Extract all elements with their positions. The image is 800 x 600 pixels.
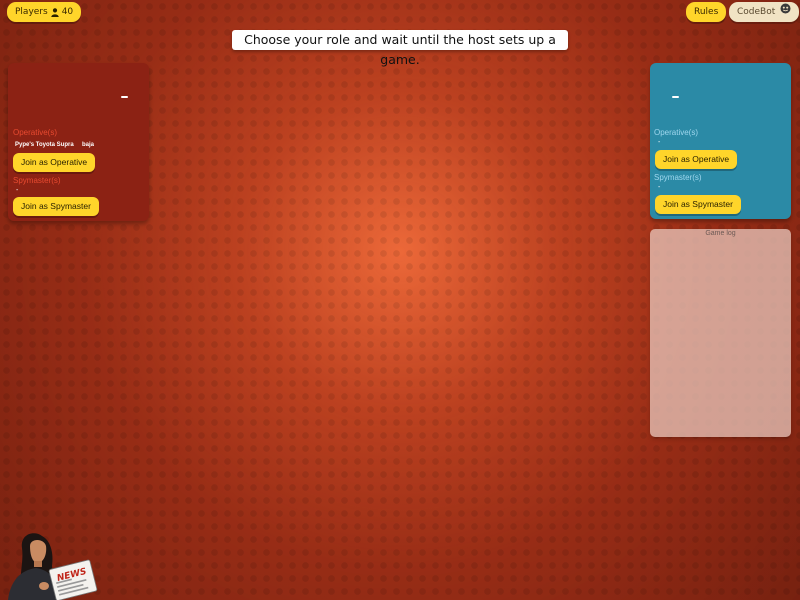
red-team-panel: Operative(s) Pype's Toyota Supra baja Jo… xyxy=(8,63,149,221)
red-join-operative-button[interactable]: Join as Operative xyxy=(13,153,96,172)
blue-join-spymaster-button[interactable]: Join as Spymaster xyxy=(655,195,741,214)
red-join-spymaster-button[interactable]: Join as Spymaster xyxy=(13,197,99,216)
red-operative-player: Pype's Toyota Supra xyxy=(15,142,74,148)
blue-team-panel: Operative(s) - Join as Operative Spymast… xyxy=(650,63,791,219)
blue-spymasters-value: - xyxy=(658,184,661,191)
red-spymasters-value: - xyxy=(16,187,19,194)
players-button[interactable]: Players 40 xyxy=(7,2,82,22)
rules-button[interactable]: Rules xyxy=(686,2,727,22)
red-operative-player: baja xyxy=(82,142,95,148)
blue-operatives-label: Operative(s) xyxy=(654,128,699,137)
newspaper-anchor-icon: NEWS xyxy=(8,533,98,600)
news-anchor-button[interactable]: NEWS xyxy=(0,528,100,600)
robot-face-icon xyxy=(780,2,791,22)
instruction-banner: Choose your role and wait until the host… xyxy=(232,30,568,67)
red-spymasters-label: Spymaster(s) xyxy=(13,176,61,185)
players-label: Players xyxy=(15,7,48,17)
codebot-label: CodeBot xyxy=(737,7,776,17)
players-count: 40 xyxy=(61,7,74,17)
red-team-score xyxy=(121,96,128,98)
game-log-title: Game log xyxy=(705,230,736,237)
blue-team-score xyxy=(672,96,679,98)
red-operatives-label: Operative(s) xyxy=(13,128,58,137)
blue-operatives-value: - xyxy=(658,139,661,146)
blue-spymasters-label: Spymaster(s) xyxy=(654,173,702,182)
blue-join-operative-button[interactable]: Join as Operative xyxy=(655,150,738,169)
user-icon xyxy=(51,7,59,17)
game-log-panel: Game log xyxy=(650,229,791,437)
codebot-button[interactable]: CodeBot xyxy=(729,2,800,22)
